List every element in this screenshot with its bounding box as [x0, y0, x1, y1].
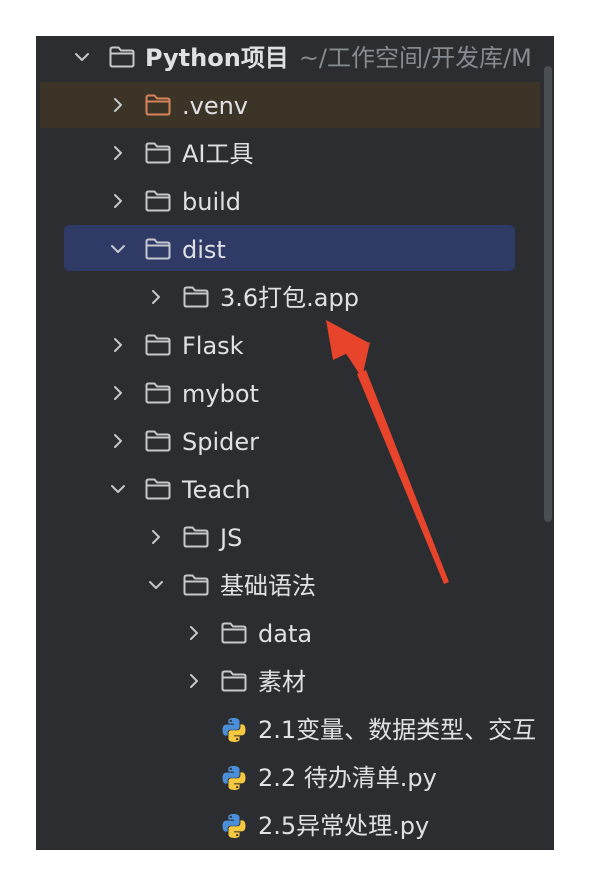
- folder-icon: [144, 429, 172, 453]
- folder-icon: [182, 573, 210, 597]
- tree-row-dist[interactable]: dist: [36, 226, 541, 272]
- chevron-down-icon[interactable]: [108, 239, 128, 259]
- chevron-right-icon[interactable]: [108, 95, 128, 115]
- chevron-right-icon[interactable]: [108, 335, 128, 355]
- tree-row-file-2-1[interactable]: 2.1变量、数据类型、交互: [36, 706, 541, 752]
- tree-item-label: Teach: [182, 476, 251, 504]
- tree-row-venv-content[interactable]: .venv: [36, 82, 541, 128]
- folder-icon: [182, 285, 210, 309]
- chevron-right-icon[interactable]: [184, 671, 204, 691]
- tree-item-label: 2.2 待办清单.py: [258, 764, 437, 792]
- tree-item-label: build: [182, 188, 242, 216]
- root-project-label: Python项目 ~/工作空间/开发库/M: [145, 44, 532, 72]
- folder-icon: [144, 141, 172, 165]
- chevron-down-icon[interactable]: [146, 575, 166, 595]
- tree-row-spider[interactable]: Spider: [36, 418, 541, 464]
- tree-item-label: 2.1变量、数据类型、交互: [258, 716, 537, 744]
- tree-item-label: JS: [220, 524, 243, 552]
- root-project-name: Python项目: [145, 44, 289, 72]
- project-tree-panel: Python项目 ~/工作空间/开发库/M .venv AI工具 build di…: [36, 36, 554, 850]
- root-project-path: ~/工作空间/开发库/M: [298, 44, 532, 72]
- tree-item-label: 基础语法: [220, 572, 316, 600]
- vertical-scrollbar[interactable]: [544, 66, 552, 522]
- chevron-right-icon[interactable]: [184, 623, 204, 643]
- chevron-right-icon[interactable]: [146, 527, 166, 547]
- tree-row-js[interactable]: JS: [36, 514, 541, 560]
- tree-item-label: Spider: [182, 428, 260, 456]
- tree-row-build[interactable]: build: [36, 178, 541, 224]
- folder-icon: [144, 477, 172, 501]
- tree-row-file-2-2[interactable]: 2.2 待办清单.py: [36, 754, 541, 800]
- tree-item-label: 3.6打包.app: [220, 284, 359, 312]
- python-file-icon: [220, 812, 248, 840]
- folder-icon: [182, 525, 210, 549]
- chevron-right-icon[interactable]: [108, 191, 128, 211]
- chevron-right-icon[interactable]: [108, 143, 128, 163]
- tree-row-root[interactable]: Python项目 ~/工作空间/开发库/M: [36, 36, 541, 80]
- chevron-right-icon[interactable]: [108, 383, 128, 403]
- chevron-down-icon[interactable]: [108, 479, 128, 499]
- tree-row-mybot[interactable]: mybot: [36, 370, 541, 416]
- folder-icon: [144, 93, 172, 117]
- python-file-icon: [220, 716, 248, 744]
- chevron-down-icon[interactable]: [72, 47, 92, 67]
- tree-item-label: data: [258, 620, 313, 648]
- tree-item-label: mybot: [182, 380, 259, 408]
- folder-icon: [220, 621, 248, 645]
- tree-row-app-bundle[interactable]: 3.6打包.app: [36, 274, 541, 320]
- tree-row-flask[interactable]: Flask: [36, 322, 541, 368]
- folder-icon: [144, 237, 172, 261]
- folder-icon: [144, 381, 172, 405]
- folder-icon: [220, 669, 248, 693]
- tree-row-materials[interactable]: 素材: [36, 658, 541, 704]
- tree-item-label: Flask: [182, 332, 244, 360]
- tree-item-label: AI工具: [182, 140, 254, 168]
- folder-icon: [144, 189, 172, 213]
- tree-item-label: 2.5异常处理.py: [258, 812, 430, 840]
- chevron-right-icon[interactable]: [146, 287, 166, 307]
- folder-icon: [144, 333, 172, 357]
- tree-row-file-2-5[interactable]: 2.5异常处理.py: [36, 802, 541, 848]
- chevron-right-icon[interactable]: [108, 431, 128, 451]
- tree-row-ai-tools[interactable]: AI工具: [36, 130, 541, 176]
- tree-row-data[interactable]: data: [36, 610, 541, 656]
- tree-row-teach[interactable]: Teach: [36, 466, 541, 512]
- tree-item-label: dist: [182, 236, 226, 264]
- tree-item-label: .venv: [182, 92, 249, 120]
- tree-row-basic-syntax[interactable]: 基础语法: [36, 562, 541, 608]
- folder-icon: [108, 45, 136, 69]
- python-file-icon: [220, 764, 248, 792]
- tree-item-label: 素材: [258, 668, 306, 696]
